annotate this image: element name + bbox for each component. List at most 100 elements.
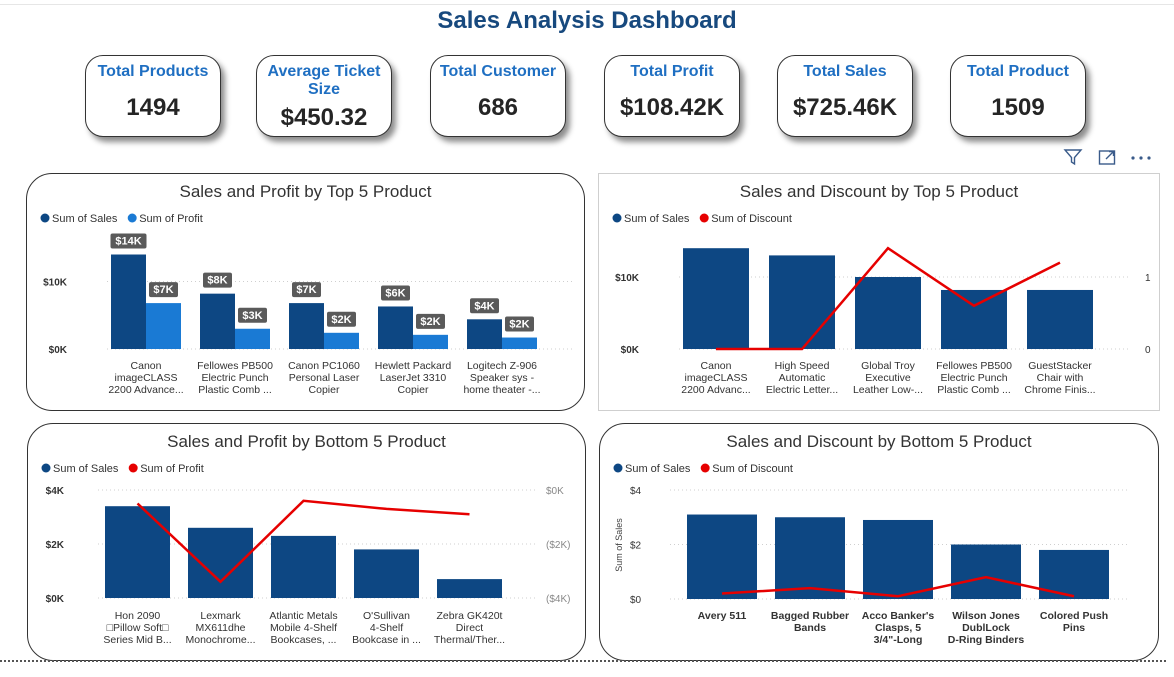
- x-tick-label: 3/4"-Long: [874, 634, 923, 646]
- focus-mode-icon[interactable]: [1097, 147, 1117, 172]
- bar-sales: [188, 527, 253, 598]
- bar-sales: [769, 255, 835, 349]
- bar-sales: [775, 517, 845, 599]
- x-tick-label: home theater -...: [463, 384, 540, 396]
- y-tick-label: $0K: [621, 345, 640, 356]
- data-label: $7K: [153, 284, 173, 296]
- y-tick-label: ($4K): [546, 594, 570, 605]
- y-tick-label: $0K: [46, 594, 65, 605]
- x-tick-label: Avery 511: [698, 610, 747, 622]
- x-tick-label: Bands: [794, 622, 826, 634]
- x-tick-label: Direct: [456, 622, 484, 634]
- x-tick-label: Bagged Rubber: [771, 610, 849, 622]
- bottom5-sales-discount-panel[interactable]: Sales and Discount by Bottom 5 Product S…: [599, 423, 1159, 661]
- x-tick-label: imageCLASS: [684, 372, 747, 384]
- x-tick-label: Canon: [701, 360, 732, 372]
- x-tick-label: LaserJet 3310: [380, 372, 447, 384]
- legend-label: Sum of Profit: [139, 213, 203, 225]
- x-tick-label: Fellowes PB500: [197, 360, 273, 372]
- x-tick-label: Canon: [131, 360, 162, 372]
- bar-profit: [413, 334, 448, 349]
- bar-sales: [271, 535, 336, 598]
- bar-sales: [863, 519, 933, 599]
- x-tick-label: Series Mid B...: [103, 634, 171, 646]
- y-tick-label: $10K: [615, 273, 640, 284]
- kpi-card[interactable]: Average Ticket Size $450.32: [256, 55, 392, 137]
- more-options-icon[interactable]: [1129, 147, 1153, 172]
- x-tick-label: Pins: [1063, 622, 1085, 634]
- legend-marker: [700, 463, 710, 473]
- x-tick-label: Leather Low-...: [853, 384, 923, 396]
- x-tick-label: Mobile 4-Shelf: [270, 622, 337, 634]
- x-tick-label: Acco Banker's: [862, 610, 935, 622]
- legend-label: Sum of Profit: [140, 463, 204, 475]
- top5-sales-profit-panel[interactable]: Sales and Profit by Top 5 Product Sum of…: [26, 173, 585, 411]
- bar-sales: [467, 319, 502, 349]
- x-tick-label: 2200 Advanc...: [681, 384, 750, 396]
- x-tick-label: Monochrome...: [185, 634, 255, 646]
- bar-profit: [502, 337, 537, 349]
- bar-sales: [289, 303, 324, 349]
- bar-sales: [941, 289, 1007, 349]
- y-axis-title: Sum of Sales: [614, 518, 624, 572]
- x-tick-label: Chair with: [1037, 372, 1084, 384]
- y-tick-label: $2K: [46, 540, 65, 551]
- data-label: $4K: [474, 300, 494, 312]
- bar-profit: [146, 303, 181, 349]
- x-tick-label: Atlantic Metals: [269, 610, 337, 622]
- legend-label: Sum of Sales: [52, 213, 118, 225]
- top5-sales-profit-chart: Sum of Sales Sum of Profit $0K $10K $14K $7K $…: [40, 213, 572, 396]
- y-tick-label: $0K: [546, 486, 564, 497]
- x-tick-label: Bookcases, ...: [271, 634, 337, 646]
- kpi-value: 686: [477, 94, 519, 121]
- y-tick-label: 1: [1145, 273, 1151, 284]
- x-tick-label: Hewlett Packard: [375, 360, 452, 372]
- kpi-card[interactable]: Total Sales $725.46K: [777, 55, 913, 137]
- bottom5-sales-discount-chart: Sum of Sales Sum of Discount $0 $2 $4 Sum of …: [613, 463, 1130, 646]
- x-tick-label: Electric Punch: [201, 372, 268, 384]
- y-tick-label: $4K: [46, 486, 65, 497]
- kpi-label: Average Ticket Size: [267, 63, 381, 98]
- data-label: $3K: [242, 310, 262, 322]
- x-tick-label: Thermal/Ther...: [434, 634, 505, 646]
- y-tick-label: $0: [630, 595, 642, 606]
- bar-sales: [855, 277, 921, 349]
- x-tick-label: Electric Letter...: [766, 384, 838, 396]
- x-tick-label: Lexmark: [200, 610, 241, 622]
- y-tick-label: 0: [1145, 345, 1151, 356]
- filter-icon[interactable]: [1063, 147, 1083, 172]
- x-tick-label: Automatic: [779, 372, 826, 384]
- kpi-card[interactable]: Total Products 1494: [85, 55, 221, 137]
- kpi-card[interactable]: Total Product 1509: [950, 55, 1086, 137]
- top5-sales-discount-panel[interactable]: Sales and Discount by Top 5 Product Sum …: [598, 173, 1160, 411]
- bottom5-sales-profit-chart: Sum of Sales Sum of Profit $0K $2K $4K ($4K) (…: [41, 463, 570, 646]
- bottom-divider: [0, 660, 1166, 662]
- legend-marker: [127, 213, 137, 223]
- x-tick-label: Clasps, 5: [875, 622, 921, 634]
- kpi-card[interactable]: Total Profit $108.42K: [604, 55, 740, 137]
- x-tick-label: DublLock: [962, 622, 1010, 634]
- data-label: $6K: [385, 287, 405, 299]
- x-tick-label: O'Sullivan: [363, 610, 410, 622]
- bar-sales: [378, 306, 413, 349]
- top5-sales-discount-chart: Sum of Sales Sum of Discount $0K $10K 0 1 Cano…: [612, 213, 1151, 396]
- kpi-label: Total Sales: [803, 63, 887, 80]
- legend-marker: [41, 463, 51, 473]
- bottom5-sales-profit-panel[interactable]: Sales and Profit by Bottom 5 Product Sum…: [27, 423, 586, 661]
- legend-marker: [40, 213, 50, 223]
- kpi-value: 1494: [126, 94, 180, 121]
- data-label: $7K: [296, 284, 316, 296]
- bar-profit: [235, 328, 270, 349]
- kpi-card[interactable]: Total Customer 686: [430, 55, 566, 137]
- bar-profit: [324, 332, 359, 349]
- x-tick-label: Executive: [865, 372, 911, 384]
- y-tick-label: $0K: [49, 345, 68, 356]
- x-tick-label: 4-Shelf: [370, 622, 403, 634]
- x-tick-label: Plastic Comb ...: [937, 384, 1011, 396]
- x-tick-label: Bookcase in ...: [352, 634, 421, 646]
- bar-sales: [200, 293, 235, 349]
- x-tick-label: MX611dhe: [195, 622, 245, 634]
- top-divider: [0, 0, 1174, 5]
- x-tick-label: Chrome Finis...: [1024, 384, 1095, 396]
- bar-sales: [437, 579, 502, 598]
